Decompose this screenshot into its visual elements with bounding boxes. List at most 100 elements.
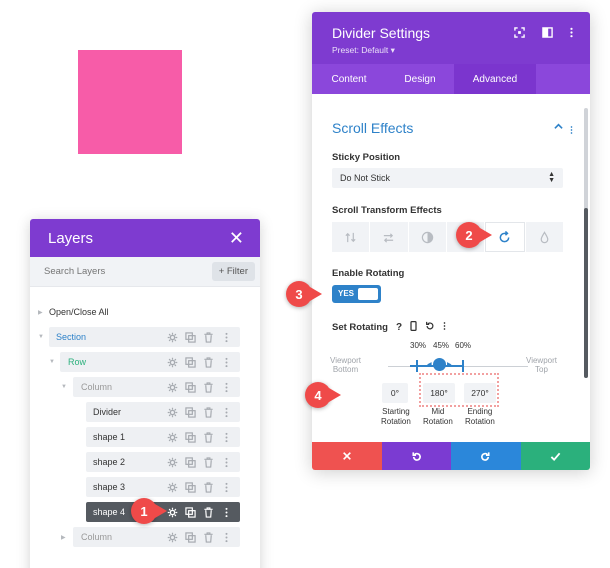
trash-icon[interactable] (203, 331, 214, 343)
more-options-icon[interactable] (221, 357, 232, 368)
layer-row-shape-1[interactable]: shape 1 (30, 427, 260, 447)
duplicate-icon[interactable] (185, 381, 196, 393)
layer-row-row[interactable]: ▼ Row (30, 352, 260, 372)
split-view-icon[interactable] (541, 26, 553, 38)
duplicate-icon[interactable] (185, 481, 196, 493)
scroll-effects-title[interactable]: Scroll Effects (332, 120, 413, 136)
duplicate-icon[interactable] (185, 531, 196, 543)
layer-label: shape 2 (93, 457, 126, 467)
trash-icon[interactable] (203, 456, 214, 468)
scrollbar-thumb[interactable] (584, 208, 588, 378)
end-percent-label: 60% (455, 341, 472, 350)
gear-icon[interactable] (167, 482, 178, 493)
tab-content[interactable]: Content (312, 64, 386, 94)
gear-icon[interactable] (167, 357, 178, 368)
settings-scrollbar[interactable] (584, 108, 588, 378)
undo-icon (412, 451, 421, 461)
callout-4: 4 (305, 382, 341, 408)
more-options-icon[interactable] (443, 321, 446, 334)
fullscreen-icon[interactable] (513, 26, 525, 38)
starting-rotation-input[interactable]: 0° (382, 383, 408, 403)
layer-row-column[interactable]: ▼ Column (30, 377, 260, 397)
tab-design[interactable]: Design (386, 64, 454, 94)
duplicate-icon[interactable] (185, 356, 196, 368)
mobile-icon[interactable] (410, 321, 417, 334)
layer-tools (167, 431, 232, 443)
more-options-icon[interactable] (221, 482, 232, 493)
more-options-icon[interactable] (221, 507, 232, 518)
layer-row-section[interactable]: ▼ Section (30, 327, 260, 347)
trash-icon[interactable] (203, 481, 214, 493)
gear-icon[interactable] (167, 407, 178, 418)
mid-handle[interactable] (433, 358, 446, 371)
horizontal-motion-icon[interactable] (370, 222, 408, 252)
trash-icon[interactable] (203, 506, 214, 518)
filter-button[interactable]: + Filter (211, 262, 255, 281)
sticky-position-label: Sticky Position (332, 152, 401, 163)
search-layers-input[interactable] (44, 266, 184, 277)
gear-icon[interactable] (167, 507, 178, 518)
fading-icon[interactable] (408, 222, 446, 252)
more-options-icon[interactable] (221, 457, 232, 468)
trash-icon[interactable] (203, 531, 214, 543)
duplicate-icon[interactable] (185, 456, 196, 468)
end-handle[interactable] (462, 360, 464, 372)
close-icon[interactable]: ✕ (229, 228, 244, 249)
layer-row-shape-3[interactable]: shape 3 (30, 477, 260, 497)
chevron-up-icon[interactable] (554, 122, 563, 134)
gear-icon[interactable] (167, 332, 178, 343)
tab-advanced[interactable]: Advanced (454, 64, 536, 94)
more-options-icon[interactable] (221, 407, 232, 418)
save-button[interactable] (520, 442, 590, 470)
sticky-position-select[interactable]: Do Not Stick ▲ ▼ (332, 168, 563, 188)
redo-icon (481, 451, 490, 461)
callout-1: 1 (131, 498, 167, 524)
layer-tools (167, 506, 232, 518)
more-options-icon[interactable] (221, 382, 232, 393)
open-close-all[interactable]: ▶ Open/Close All (30, 302, 260, 322)
reset-icon[interactable] (425, 321, 435, 334)
gear-icon[interactable] (167, 532, 178, 543)
sticky-position-value: Do Not Stick (340, 173, 391, 183)
trash-icon[interactable] (203, 431, 214, 443)
vertical-motion-icon[interactable] (332, 222, 370, 252)
gear-icon[interactable] (167, 457, 178, 468)
redo-button[interactable] (451, 442, 521, 470)
layer-tools (167, 331, 232, 343)
mid-rotation-input[interactable]: 180° (423, 383, 455, 403)
layer-label: Section (56, 332, 87, 342)
more-options-icon[interactable] (221, 532, 232, 543)
gear-icon[interactable] (167, 382, 178, 393)
caret-down-icon: ▼ (61, 384, 67, 390)
more-options-icon[interactable] (565, 26, 577, 38)
preset-dropdown[interactable]: Preset: Default ▾ (332, 45, 395, 56)
open-close-all-label: Open/Close All (49, 307, 109, 317)
ending-rotation-input[interactable]: 270° (464, 383, 496, 403)
duplicate-icon[interactable] (185, 406, 196, 418)
pink-square-shape (78, 50, 182, 154)
layer-row-column-2[interactable]: ▶ Column (30, 527, 260, 547)
layer-tools (167, 456, 232, 468)
help-icon[interactable]: ? (396, 322, 402, 333)
more-options-icon[interactable] (570, 122, 573, 140)
duplicate-icon[interactable] (185, 431, 196, 443)
viewport-top-label: Viewport Top (526, 356, 557, 374)
trash-icon[interactable] (203, 381, 214, 393)
cancel-button[interactable] (312, 442, 382, 470)
enable-rotating-toggle[interactable]: YES (332, 285, 381, 303)
layer-row-divider[interactable]: Divider (30, 402, 260, 422)
layers-header: Layers ✕ (30, 219, 260, 257)
mid-rotation-caption: Mid Rotation (423, 407, 453, 426)
more-options-icon[interactable] (221, 432, 232, 443)
duplicate-icon[interactable] (185, 331, 196, 343)
more-options-icon[interactable] (221, 332, 232, 343)
blur-icon[interactable] (525, 222, 563, 252)
layer-row-shape-2[interactable]: shape 2 (30, 452, 260, 472)
trash-icon[interactable] (203, 356, 214, 368)
duplicate-icon[interactable] (185, 506, 196, 518)
trash-icon[interactable] (203, 406, 214, 418)
start-handle[interactable] (416, 360, 418, 372)
caret-right-icon: ▶ (38, 310, 43, 316)
undo-button[interactable] (381, 442, 451, 470)
gear-icon[interactable] (167, 432, 178, 443)
